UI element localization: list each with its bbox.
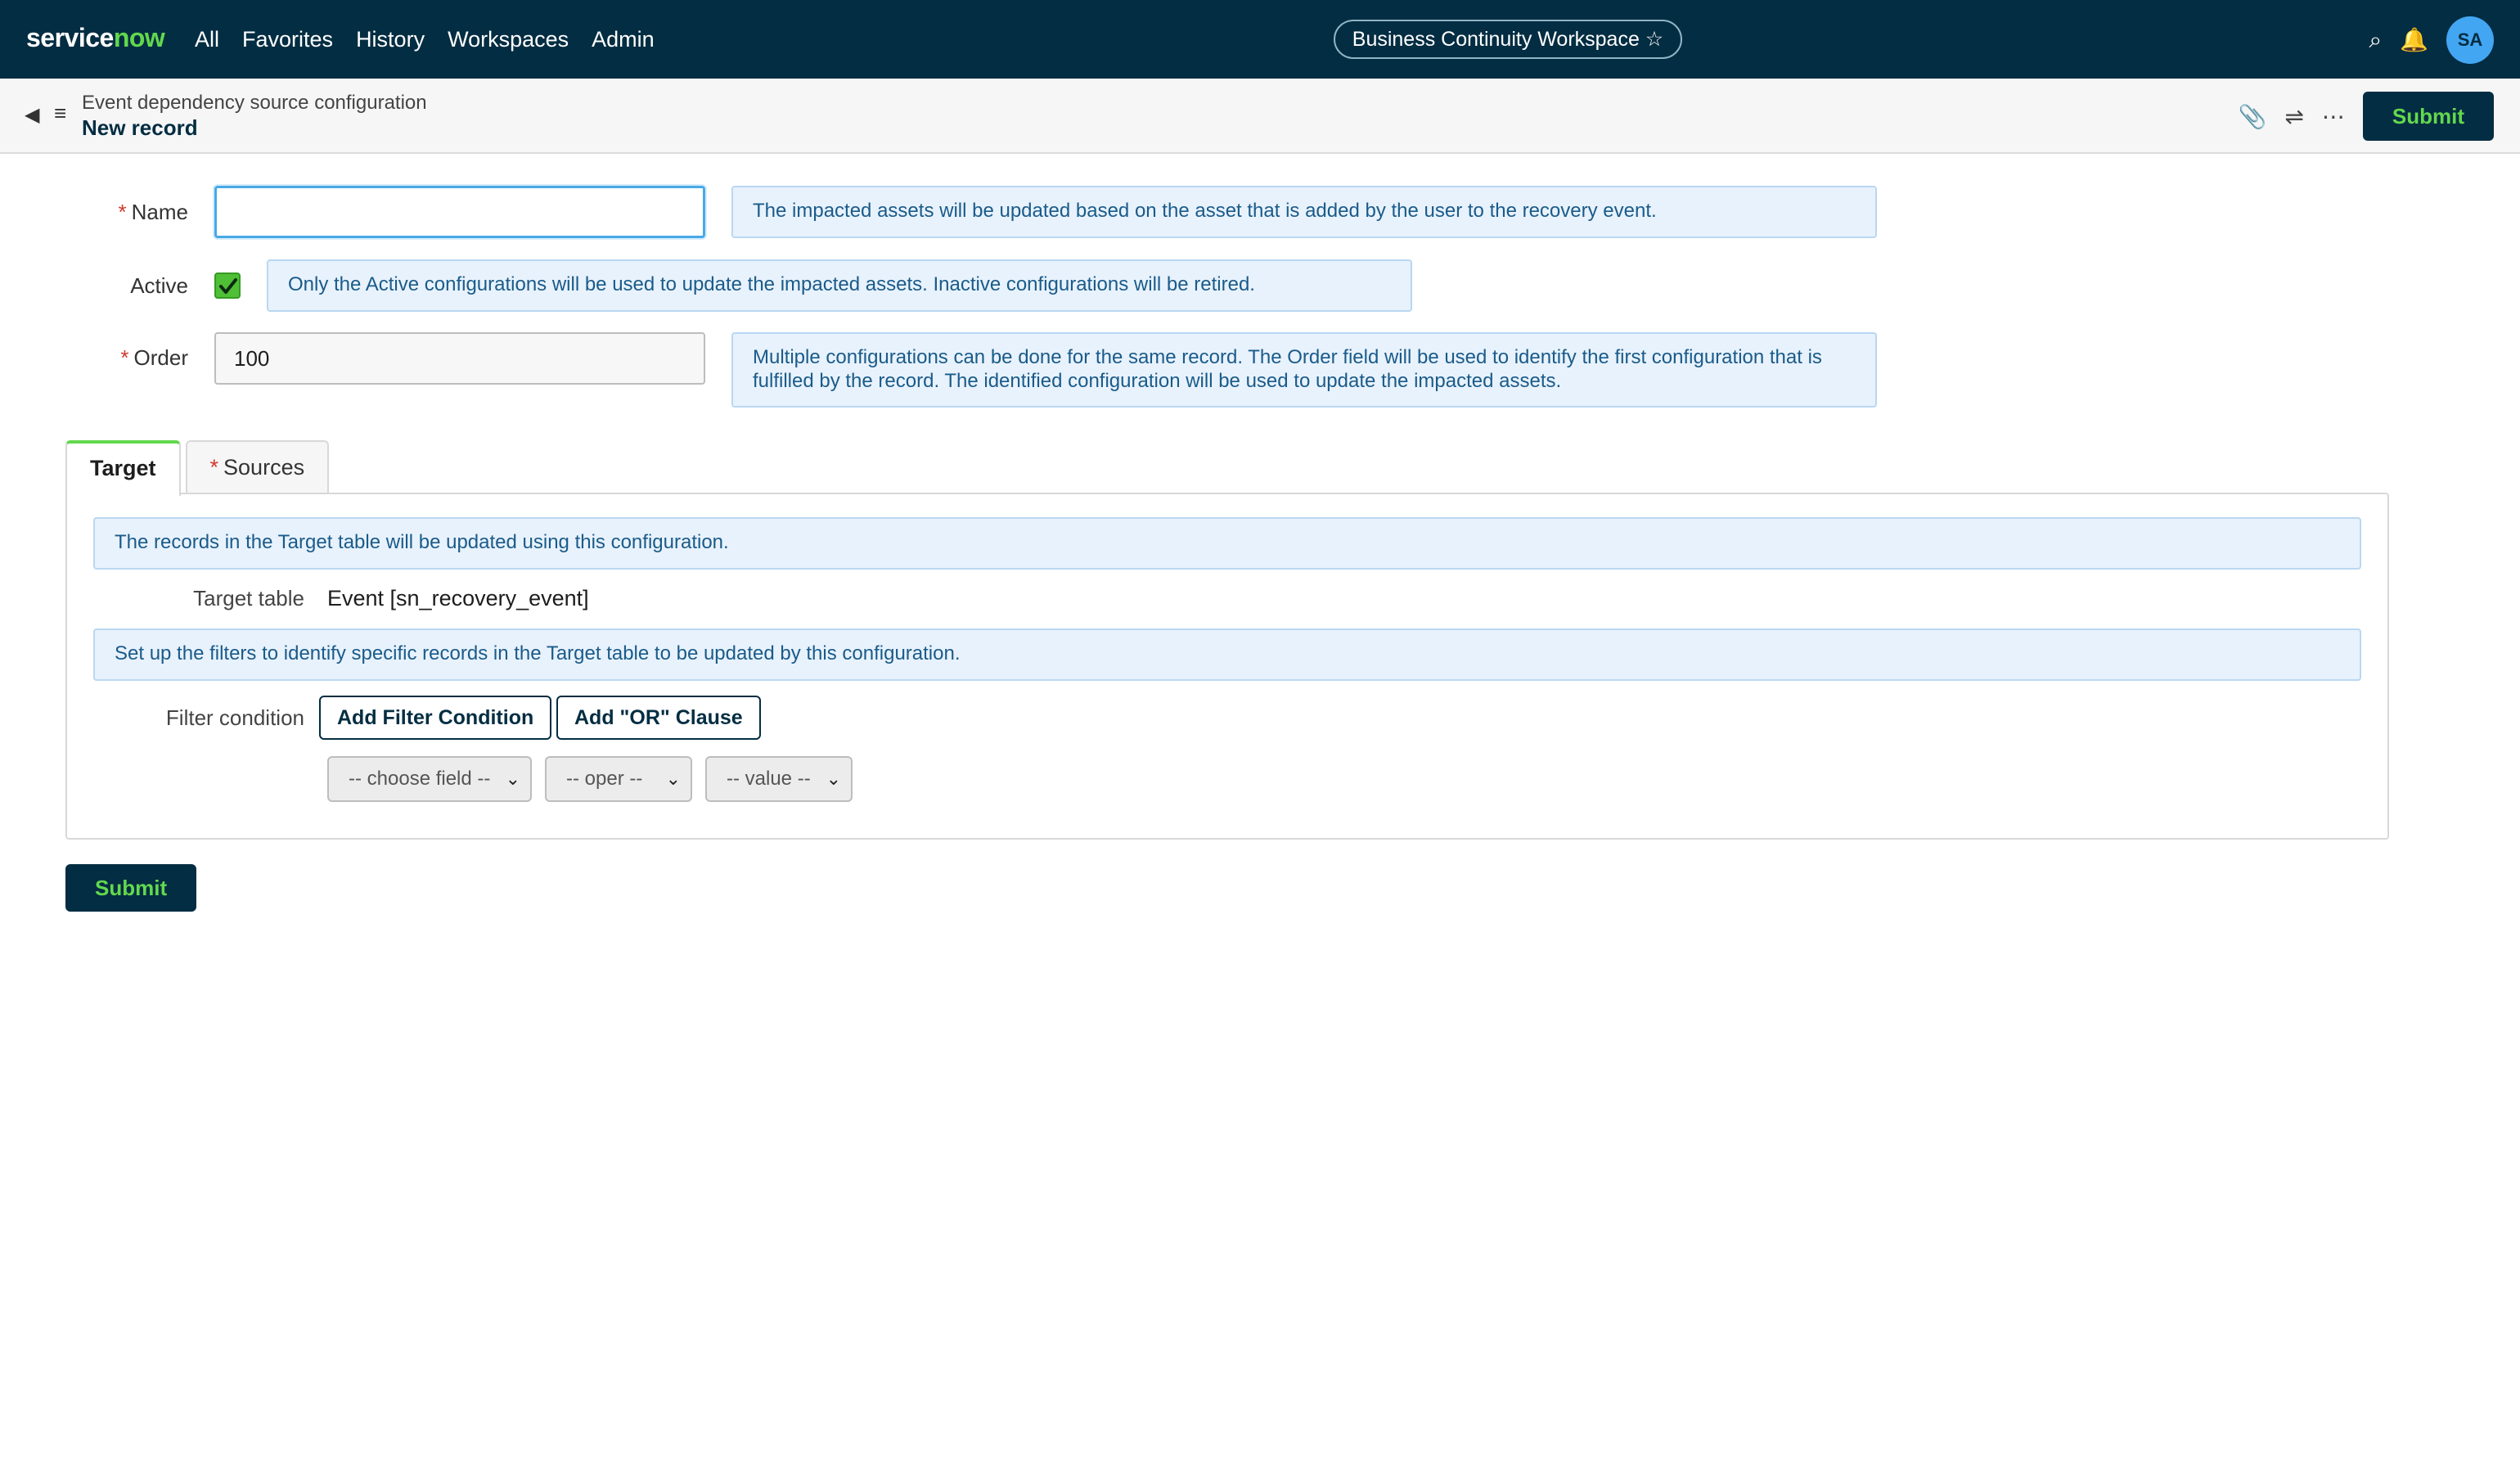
choose-field-select-value: -- choose field --	[349, 768, 491, 790]
swap-icon[interactable]: ⇌	[2284, 103, 2303, 130]
target-info-message: The records in the Target table will be …	[93, 517, 2361, 570]
name-label-text: Name	[131, 200, 188, 224]
logo-text-service: service	[26, 23, 114, 52]
order-label-text: Order	[133, 345, 188, 370]
target-tab-panel: The records in the Target table will be …	[65, 493, 2389, 840]
nav-item-all[interactable]: All	[195, 23, 219, 56]
required-marker: *	[209, 455, 219, 480]
header-actions: 📎 ⇌ ⋯ Submit	[2239, 92, 2494, 141]
breadcrumb: Event dependency source configuration	[82, 92, 427, 114]
bell-icon[interactable]: 🔔	[2400, 16, 2428, 64]
required-marker: *	[120, 345, 129, 370]
filter-condition-label: Filter condition	[165, 705, 304, 730]
nav-item-favorites[interactable]: Favorites	[242, 23, 333, 56]
search-icon[interactable]: ⌕	[2369, 16, 2382, 64]
name-info-message: The impacted assets will be updated base…	[731, 186, 1877, 238]
operator-select[interactable]: -- oper -- ⌄	[545, 756, 692, 802]
active-checkbox[interactable]	[214, 273, 241, 299]
name-label: * Name	[65, 200, 188, 225]
tab-target[interactable]: Target	[65, 440, 181, 496]
add-or-clause-button[interactable]: Add "OR" Clause	[556, 696, 761, 740]
target-table-value: Event [sn_recovery_event]	[327, 586, 589, 610]
value-select-value: -- value --	[727, 768, 811, 790]
value-select[interactable]: -- value -- ⌄	[705, 756, 853, 802]
name-input[interactable]	[214, 186, 705, 238]
paperclip-icon[interactable]: 📎	[2239, 103, 2267, 130]
nav-item-admin[interactable]: Admin	[592, 23, 655, 56]
submit-button-header[interactable]: Submit	[2362, 92, 2494, 141]
hamburger-icon[interactable]: ≡	[54, 101, 66, 126]
back-icon[interactable]: ◀	[25, 103, 39, 127]
choose-field-select[interactable]: -- choose field -- ⌄	[327, 756, 532, 802]
nav-item-workspaces[interactable]: Workspaces	[448, 23, 569, 56]
required-marker: *	[118, 200, 127, 224]
active-label: Active	[130, 273, 188, 298]
operator-select-value: -- oper --	[566, 768, 643, 790]
top-navigation: servicenow All Favorites History Workspa…	[0, 0, 2520, 79]
order-label: * Order	[65, 345, 188, 371]
active-info-message: Only the Active configurations will be u…	[267, 259, 1412, 312]
servicenow-logo[interactable]: servicenow	[26, 18, 165, 57]
chevron-down-icon: ⌄	[665, 768, 681, 789]
order-input[interactable]	[214, 332, 705, 385]
form-tabs: Target * Sources	[65, 440, 330, 496]
nav-icons: ⌕ 🔔 SA	[2369, 16, 2494, 64]
target-table-label: Target table	[193, 586, 304, 610]
nav-menu: All Favorites History Workspaces Admin	[195, 23, 655, 56]
chevron-down-icon: ⌄	[505, 768, 520, 789]
filter-info-message: Set up the filters to identify specific …	[93, 628, 2361, 681]
page-title: New record	[82, 115, 198, 140]
more-icon[interactable]: ⋯	[2322, 103, 2345, 130]
check-icon	[219, 278, 237, 294]
logo-text-now: now	[113, 23, 165, 52]
record-header: ◀ ≡ Event dependency source configuratio…	[0, 79, 2520, 154]
submit-button[interactable]: Submit	[65, 864, 197, 912]
chevron-down-icon: ⌄	[826, 768, 841, 789]
add-filter-condition-button[interactable]: Add Filter Condition	[319, 696, 552, 740]
avatar[interactable]: SA	[2446, 16, 2494, 64]
order-info-message: Multiple configurations can be done for …	[731, 332, 1877, 408]
tab-sources-label: Sources	[223, 455, 305, 480]
nav-item-history[interactable]: History	[356, 23, 425, 56]
tab-sources[interactable]: * Sources	[185, 440, 330, 494]
workspace-pill[interactable]: Business Continuity Workspace ☆	[1334, 20, 1682, 59]
